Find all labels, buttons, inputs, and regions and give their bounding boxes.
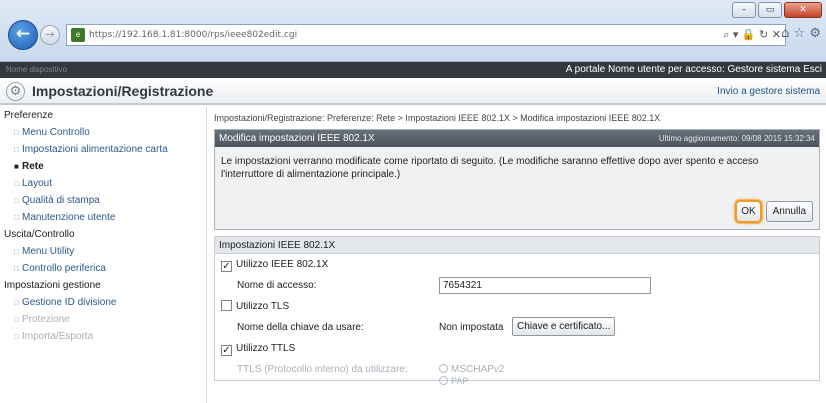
minimize-button[interactable]: –: [732, 2, 756, 18]
sidebar-item-label: Manutenzione utente: [22, 212, 116, 223]
top-status-bar: Nome dispositivo A portale Nome utente p…: [0, 62, 826, 78]
bullet-icon: □: [14, 145, 19, 154]
last-updated: Ultimo aggiornamento: 09/08 2015 15:32:3…: [658, 134, 815, 143]
key-name-row: Nome della chiave da usare: Non impostat…: [215, 317, 819, 338]
sidebar-item-alimentazione-carta[interactable]: □ Impostazioni alimentazione carta: [0, 141, 206, 158]
use-tls-label: Utilizzo TLS: [236, 301, 290, 312]
send-to-admin-link[interactable]: Invio a gestore sistema: [717, 86, 820, 97]
sidebar-item-manutenzione[interactable]: □ Manutenzione utente: [0, 209, 206, 226]
window-controls: – ▭ ✕: [732, 2, 822, 18]
device-name: Nome dispositivo: [6, 65, 67, 74]
bullet-icon: □: [14, 247, 19, 256]
sidebar-item-label: Protezione: [22, 314, 70, 325]
sidebar-item-label: Qualità di stampa: [22, 195, 100, 206]
back-arrow-icon[interactable]: ←: [8, 20, 38, 50]
ieee-settings-section: Impostazioni IEEE 802.1X ✓ Utilizzo IEEE …: [214, 236, 820, 386]
use-ieee-checkbox[interactable]: ✓: [221, 261, 232, 272]
sidebar-item-label: Impostazioni alimentazione carta: [22, 144, 168, 155]
use-ieee-row: ✓ Utilizzo IEEE 802.1X: [215, 254, 819, 275]
ttls-option-pap[interactable]: PAP: [439, 371, 468, 392]
browser-toolbar-icons[interactable]: ⌂ ☆ ⚙: [781, 26, 821, 41]
login-name-input[interactable]: 7654321: [439, 277, 651, 294]
forward-arrow-icon[interactable]: →: [40, 25, 60, 45]
maximize-button[interactable]: ▭: [758, 2, 782, 18]
radio-icon: [439, 376, 448, 385]
bullet-icon: □: [14, 196, 19, 205]
settings-title: Impostazioni IEEE 802.1X: [215, 237, 819, 254]
close-window-button[interactable]: ✕: [784, 2, 822, 18]
ttls-protocol-row: TTLS (Protocollo interno) da utilizzare:…: [215, 359, 819, 386]
bullet-icon: □: [14, 128, 19, 137]
sidebar-item-label: Layout: [22, 178, 53, 189]
bullet-icon: □: [14, 332, 19, 341]
use-ttls-checkbox[interactable]: ✓: [221, 345, 232, 356]
sidebar-item-menu-controllo[interactable]: □ Menu Controllo: [0, 124, 206, 141]
cancel-button[interactable]: Annulla: [765, 201, 813, 222]
login-name-label: Nome di accesso:: [237, 280, 317, 291]
use-ttls-row: ✓ Utilizzo TTLS: [215, 338, 819, 359]
use-ieee-label: Utilizzo IEEE 802.1X: [236, 259, 329, 270]
page-header: ⚙ Impostazioni/Registrazione Invio a ges…: [0, 78, 826, 105]
gear-icon: ⚙: [6, 82, 25, 101]
login-name-row: Nome di accesso: 7654321: [215, 275, 819, 296]
ok-button[interactable]: OK: [735, 200, 762, 223]
url-text[interactable]: https://192.168.1.81:8000/rps/ieee802edi…: [89, 30, 297, 40]
bullet-icon: □: [14, 213, 19, 222]
user-links[interactable]: A portale Nome utente per accesso: Gesto…: [566, 62, 822, 78]
sidebar-item-label: Gestione ID divisione: [22, 297, 117, 308]
sidebar-item-label: Controllo periferica: [22, 263, 106, 274]
site-favicon-icon: e: [71, 28, 85, 42]
sidebar-item-label: Menu Utility: [22, 246, 75, 257]
edit-panel: Modifica impostazioni IEEE 802.1X Ultimo…: [214, 129, 820, 230]
browser-chrome: – ▭ ✕ ← → e https://192.168.1.81:8000/rp…: [0, 0, 826, 62]
panel-header: Modifica impostazioni IEEE 802.1X Ultimo…: [215, 130, 819, 147]
key-name-value: Non impostata: [439, 322, 504, 333]
address-bar[interactable]: e https://192.168.1.81:8000/rps/ieee802e…: [66, 24, 786, 46]
panel-buttons: OK Annulla: [735, 200, 813, 223]
sidebar-section-title[interactable]: Preferenze: [0, 107, 206, 124]
sidebar-item-label: Menu Controllo: [22, 127, 90, 138]
ttls-option-label: PAP: [451, 376, 469, 386]
sidebar-item-layout[interactable]: □ Layout: [0, 175, 206, 192]
use-tls-row: Utilizzo TLS: [215, 296, 819, 317]
sidebar-item-gestione-id[interactable]: □ Gestione ID divisione: [0, 294, 206, 311]
address-bar-icons[interactable]: ⌕ ▾ 🔒 ↻ ✕: [723, 28, 781, 42]
sidebar-section-title[interactable]: Impostazioni gestione: [0, 277, 206, 294]
use-tls-checkbox[interactable]: [221, 300, 232, 311]
key-name-label: Nome della chiave da usare:: [237, 322, 364, 333]
breadcrumb: Impostazioni/Registrazione: Preferenze: …: [214, 113, 661, 123]
use-ttls-label: Utilizzo TTLS: [236, 343, 296, 354]
panel-body: Le impostazioni verranno modificate come…: [215, 147, 819, 229]
sidebar-item-protezione[interactable]: □ Protezione: [0, 311, 206, 328]
bullet-icon: □: [14, 264, 19, 273]
sidebar-item-label: Rete: [22, 161, 44, 172]
ttls-protocol-label: TTLS (Protocollo interno) da utilizzare:: [237, 364, 408, 375]
main-content: Impostazioni/Registrazione: Preferenze: …: [214, 107, 820, 386]
bullet-icon: □: [14, 179, 19, 188]
sidebar-item-rete[interactable]: ■ Rete: [0, 158, 206, 175]
sidebar-section-title[interactable]: Uscita/Controllo: [0, 226, 206, 243]
panel-title: Modifica impostazioni IEEE 802.1X: [219, 133, 375, 144]
bullet-icon: □: [14, 298, 19, 307]
sidebar-item-label: Importa/Esporta: [22, 331, 94, 342]
page-title: Impostazioni/Registrazione: [32, 83, 214, 99]
bullet-icon: ■: [14, 162, 19, 171]
panel-message: Le impostazioni verranno modificate come…: [221, 156, 759, 180]
sidebar-item-importa-esporta[interactable]: □ Importa/Esporta: [0, 328, 206, 345]
sidebar-item-menu-utility[interactable]: □ Menu Utility: [0, 243, 206, 260]
bullet-icon: □: [14, 315, 19, 324]
key-certificate-button[interactable]: Chiave e certificato...: [512, 317, 616, 336]
sidebar: Preferenze □ Menu Controllo □ Impostazioni…: [0, 107, 207, 403]
sidebar-item-controllo-periferica[interactable]: □ Controllo periferica: [0, 260, 206, 277]
sidebar-item-qualita-stampa[interactable]: □ Qualità di stampa: [0, 192, 206, 209]
